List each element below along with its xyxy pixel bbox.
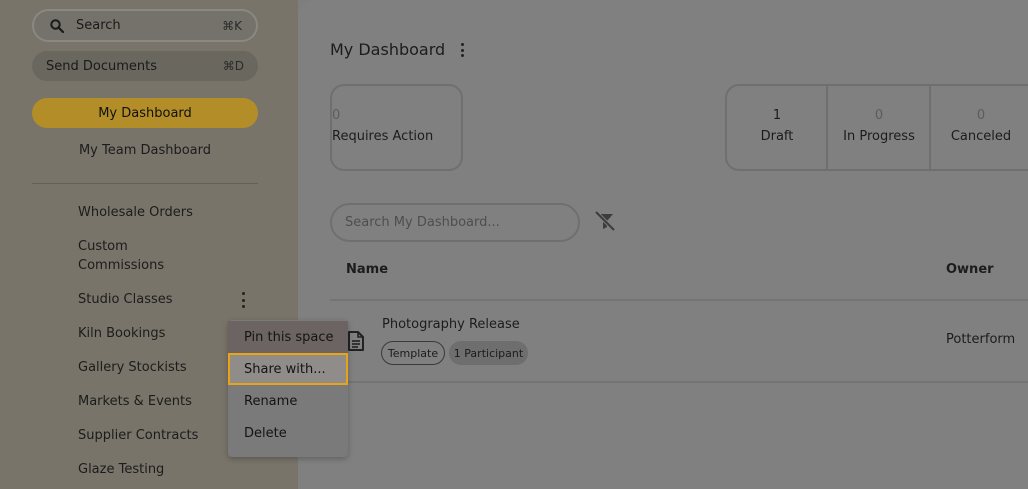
- send-documents-label: Send Documents: [46, 58, 157, 74]
- menu-item-rename[interactable]: Rename: [228, 385, 348, 417]
- space-options-icon[interactable]: [238, 292, 248, 308]
- search-label: Search: [76, 18, 121, 33]
- stat-draft[interactable]: 1 Draft: [727, 86, 827, 169]
- table-divider: [330, 381, 1028, 383]
- column-header-owner[interactable]: Owner: [946, 262, 994, 277]
- document-owner: Potterform: [946, 332, 1016, 347]
- stat-count: 0: [976, 108, 986, 123]
- document-name[interactable]: Photography Release: [382, 317, 520, 332]
- space-item-glaze-testing[interactable]: Glaze Testing: [78, 460, 228, 479]
- space-item-studio-classes[interactable]: Studio Classes: [78, 290, 228, 309]
- column-header-name[interactable]: Name: [346, 262, 388, 277]
- menu-item-pin[interactable]: Pin this space: [228, 321, 348, 353]
- stat-count: 1: [772, 108, 782, 123]
- dashboard-search-input[interactable]: Search My Dashboard...: [330, 203, 580, 242]
- stat-label: Requires Action: [332, 129, 434, 144]
- space-item-wholesale-orders[interactable]: Wholesale Orders: [78, 203, 228, 222]
- nav-my-team-dashboard[interactable]: My Team Dashboard: [32, 143, 258, 158]
- space-item-custom-commissions[interactable]: Custom Commissions: [78, 237, 188, 275]
- page-title: My Dashboard: [330, 40, 446, 59]
- page-options-icon[interactable]: [460, 43, 464, 57]
- stat-in-progress[interactable]: 0 In Progress: [828, 86, 930, 169]
- table-divider: [330, 299, 1028, 301]
- search-icon: [50, 18, 64, 33]
- nav-my-dashboard-label: My Dashboard: [98, 105, 192, 121]
- space-item-kiln-bookings[interactable]: Kiln Bookings: [78, 324, 228, 343]
- participant-count-badge: 1 Participant: [449, 341, 528, 365]
- space-item-markets-events[interactable]: Markets & Events: [78, 392, 228, 411]
- search-button[interactable]: Search ⌘K: [32, 9, 258, 42]
- space-context-menu: Pin this space Share with... Rename Dele…: [228, 320, 348, 457]
- send-documents-shortcut: ⌘D: [222, 59, 244, 73]
- tag-template-badge: Template: [381, 341, 445, 365]
- clear-filter-icon[interactable]: [594, 210, 616, 232]
- stat-label: Canceled: [950, 129, 1012, 144]
- sidebar-divider: [32, 183, 258, 184]
- main-panel: [298, 0, 1028, 489]
- send-documents-button[interactable]: Send Documents ⌘D: [32, 51, 258, 81]
- stat-label: Draft: [760, 129, 794, 144]
- nav-my-dashboard[interactable]: My Dashboard: [32, 98, 258, 128]
- space-item-supplier-contracts[interactable]: Supplier Contracts: [78, 426, 228, 445]
- menu-item-share[interactable]: Share with...: [228, 353, 348, 385]
- stat-count: 0: [332, 108, 341, 123]
- stat-count: 0: [874, 108, 884, 123]
- space-item-gallery-stockists[interactable]: Gallery Stockists: [78, 358, 228, 377]
- status-card-group: 1 Draft 0 In Progress 0 Canceled: [725, 84, 1028, 171]
- search-shortcut: ⌘K: [222, 18, 242, 33]
- stat-canceled[interactable]: 0 Canceled: [931, 86, 1028, 169]
- menu-item-delete[interactable]: Delete: [228, 417, 348, 449]
- stat-label: In Progress: [843, 129, 915, 144]
- document-icon: [348, 331, 364, 351]
- stat-requires-action[interactable]: 0 Requires Action: [330, 84, 463, 171]
